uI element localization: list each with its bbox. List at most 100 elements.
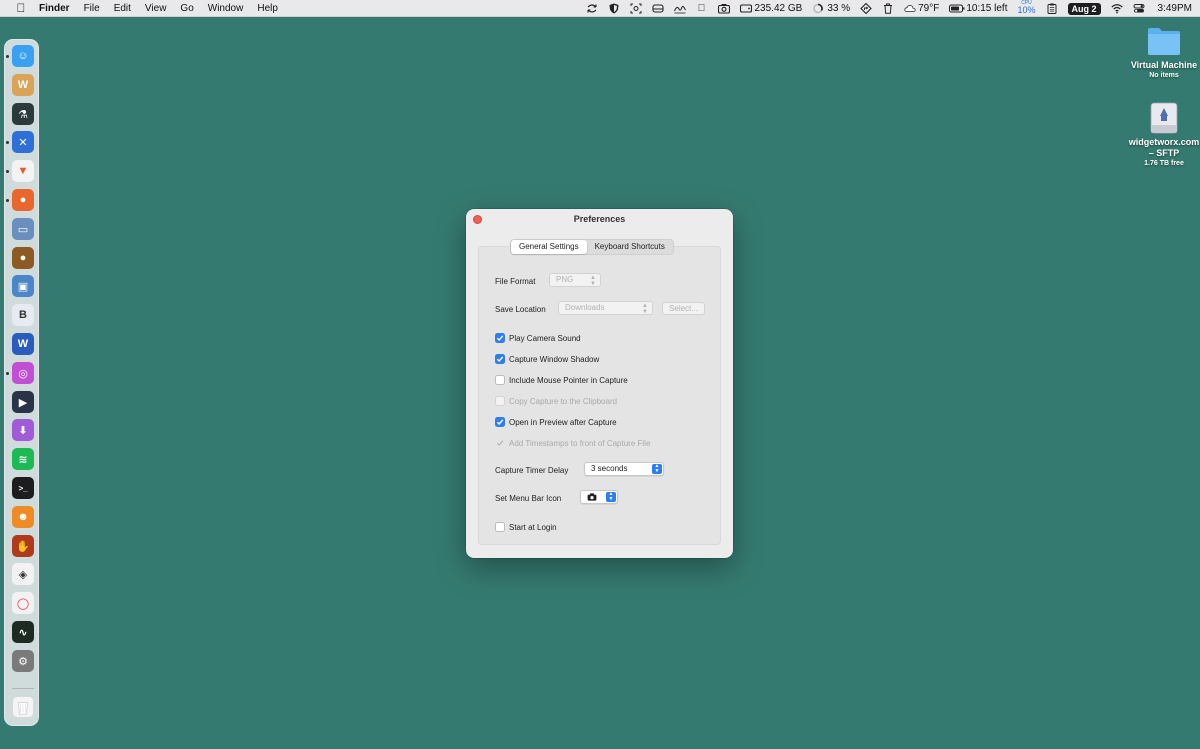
apple-menu-icon[interactable]:  xyxy=(14,0,28,17)
tools-icon[interactable]: ✕ xyxy=(12,131,34,153)
beta-app-icon[interactable]: ☻ xyxy=(12,506,34,528)
apple-logo-icon:  xyxy=(696,3,708,14)
checkbox-box[interactable] xyxy=(495,522,505,532)
preferences-window: Preferences General Settings Keyboard Sh… xyxy=(466,209,733,558)
menu-file[interactable]: File xyxy=(84,0,100,17)
trash-icon xyxy=(882,3,894,14)
hands-icon[interactable]: ✋ xyxy=(12,535,34,557)
select-folder-button[interactable]: Select... xyxy=(662,302,705,315)
acorn-icon[interactable]: ● xyxy=(12,247,34,269)
checkbox-box[interactable] xyxy=(495,375,505,385)
menubar-extra-3[interactable] xyxy=(630,0,642,17)
terminal-icon[interactable]: >_ xyxy=(12,477,34,499)
brave-glyph: ▼ xyxy=(17,165,29,177)
save-location-value: Downloads xyxy=(565,303,605,312)
activity-monitor-glyph: ∿ xyxy=(18,626,28,639)
disk-space-status[interactable]: 235.42 GB xyxy=(739,0,802,17)
menu-go[interactable]: Go xyxy=(180,0,193,17)
cpu-status[interactable]: CPU 10% xyxy=(1018,0,1036,17)
save-location-select[interactable]: Downloads ▲ ▼ xyxy=(558,301,653,315)
tools-glyph: ✕ xyxy=(18,136,28,149)
word-icon[interactable]: W xyxy=(12,333,34,355)
activity-monitor-icon[interactable]: ∿ xyxy=(12,621,34,643)
menubar-extra-9[interactable] xyxy=(882,0,894,17)
spotify-icon[interactable]: ≋ xyxy=(12,448,34,470)
checkmark-icon xyxy=(496,356,504,363)
checkbox-capture-window-shadow[interactable]: Capture Window Shadow xyxy=(495,352,599,366)
beta-app-glyph: ☻ xyxy=(17,511,29,523)
terminal-glyph: >_ xyxy=(18,483,28,493)
shield-icon xyxy=(608,3,620,14)
tab-general-settings[interactable]: General Settings xyxy=(511,240,587,254)
file-format-select[interactable]: PNG ▲ ▼ xyxy=(549,273,601,287)
progress-status[interactable]: 33 % xyxy=(812,0,850,17)
finder-icon[interactable]: ☺ xyxy=(12,45,34,67)
checkbox-label: Capture Window Shadow xyxy=(509,354,600,364)
wifi-status[interactable] xyxy=(1110,0,1123,17)
clock-text[interactable]: 3:49PM xyxy=(1158,0,1192,17)
system-settings-icon[interactable]: ⚙ xyxy=(12,650,34,672)
preview-icon[interactable]: ▣ xyxy=(12,275,34,297)
checkbox-box[interactable] xyxy=(495,333,505,343)
arc-icon[interactable]: ◎ xyxy=(12,362,34,384)
control-center-icon xyxy=(1133,3,1145,14)
timer-delay-select[interactable]: 3 seconds ▲ ▼ xyxy=(584,462,664,476)
screenshot-app-icon[interactable]: ▭ xyxy=(12,218,34,240)
flask-icon[interactable]: ⚗ xyxy=(12,103,34,125)
checkbox-box[interactable] xyxy=(495,354,505,364)
menu-help[interactable]: Help xyxy=(257,0,278,17)
desktop-icon-virtual-machine[interactable]: Virtual Machine No items xyxy=(1127,24,1200,80)
date-status[interactable]: Aug 2 xyxy=(1067,0,1101,17)
word-processor-icon[interactable]: W xyxy=(12,74,34,96)
layers-icon[interactable]: ◈ xyxy=(12,563,34,585)
preview-glyph: ▣ xyxy=(17,280,29,293)
checkbox-start-at-login[interactable]: Start at Login xyxy=(495,520,557,534)
menubar-extra-7[interactable] xyxy=(717,0,730,17)
battery-status[interactable]: 10:15 left xyxy=(949,0,1008,17)
checkbox-label: Play Camera Sound xyxy=(509,333,581,343)
menubar-extra-8[interactable] xyxy=(860,0,872,17)
checkmark-icon xyxy=(496,440,504,446)
ring-icon[interactable]: ◯ xyxy=(12,592,34,614)
menubar-extra-6[interactable]:  xyxy=(696,0,708,17)
menubar-extra-4[interactable] xyxy=(651,0,664,17)
file-format-label: File Format xyxy=(495,276,536,286)
checkbox-box xyxy=(495,396,505,406)
downloader-icon[interactable]: ⬇ xyxy=(12,419,34,441)
bbedit-glyph: B xyxy=(19,309,27,321)
brave-icon[interactable]: ▼ xyxy=(12,160,34,182)
tab-keyboard-shortcuts[interactable]: Keyboard Shortcuts xyxy=(587,240,673,254)
video-player-icon[interactable]: ▶ xyxy=(12,391,34,413)
trash-dock-icon[interactable] xyxy=(12,696,34,718)
menubar-extra-1[interactable] xyxy=(586,0,598,17)
checkbox-label: Include Mouse Pointer in Capture xyxy=(509,375,628,385)
ring-glyph: ◯ xyxy=(16,597,30,610)
menu-app-finder[interactable]: Finder xyxy=(39,0,70,17)
checkbox-play-camera-sound[interactable]: Play Camera Sound xyxy=(495,331,581,345)
menu-window[interactable]: Window xyxy=(208,0,244,17)
wifi-icon xyxy=(1110,3,1123,14)
checkbox-label: Copy Capture to the Clipboard xyxy=(509,396,618,406)
bbedit-icon[interactable]: B xyxy=(12,304,34,326)
checkbox-include-mouse-pointer[interactable]: Include Mouse Pointer in Capture xyxy=(495,373,628,387)
menubar-extra-5[interactable] xyxy=(673,0,686,17)
menubar-extra-10[interactable] xyxy=(1046,0,1058,17)
screen-capture-icon xyxy=(630,3,642,14)
desktop-icon-label: widgetworx.com – SFTP xyxy=(1128,137,1200,158)
battery-text: 10:15 left xyxy=(966,3,1008,14)
desktop-icon-sftp[interactable]: widgetworx.com – SFTP 1.76 TB free xyxy=(1127,101,1200,168)
checkbox-open-in-preview[interactable]: Open in Preview after Capture xyxy=(495,415,617,429)
weather-status[interactable]: 79°F xyxy=(904,0,939,17)
chevron-updown-icon: ▲ ▼ xyxy=(652,464,662,474)
hard-drive-icon xyxy=(739,3,752,14)
dock: ☺ W ⚗ ✕ ▼ ● ▭ ● ▣ B W ◎ ▶ ⬇ ≋ >_ ☻ ✋ ◈ ◯ ∿ ⚙ xyxy=(4,39,39,726)
menu-edit[interactable]: Edit xyxy=(114,0,131,17)
checkbox-box[interactable] xyxy=(495,417,505,427)
firefox-icon[interactable]: ● xyxy=(12,189,34,211)
menu-view[interactable]: View xyxy=(145,0,167,17)
screenshot-app-glyph: ▭ xyxy=(17,223,29,236)
control-center[interactable] xyxy=(1133,0,1145,17)
menubar-icon-select[interactable]: ▲ ▼ xyxy=(580,490,618,504)
arrows-cycle-icon xyxy=(586,3,598,14)
menubar-extra-2[interactable] xyxy=(608,0,620,17)
